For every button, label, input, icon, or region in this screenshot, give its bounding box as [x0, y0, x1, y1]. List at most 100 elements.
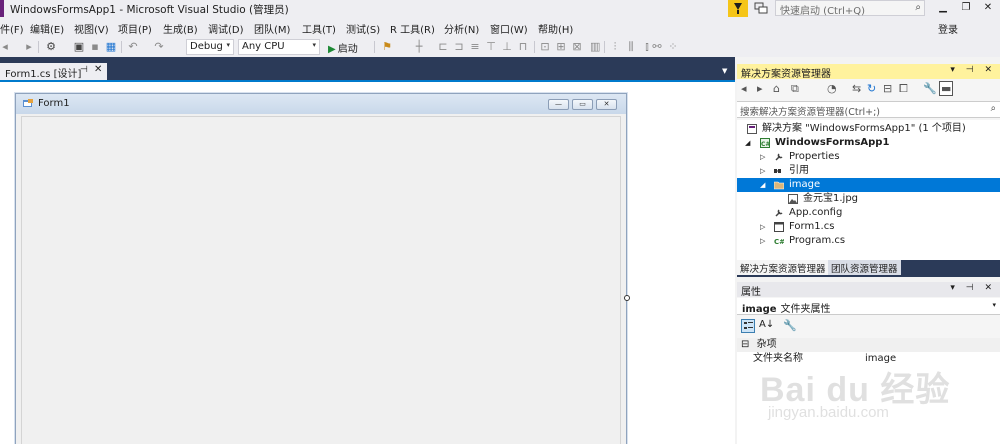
pending-changes-icon[interactable]: ◔ [827, 82, 837, 95]
undo-icon[interactable]: ↶ [126, 40, 140, 54]
align-grid-icon[interactable]: ┼ [414, 40, 424, 54]
switch-views-icon[interactable]: ⧉ [791, 82, 799, 96]
feedback-icon[interactable] [754, 1, 768, 15]
tree-item-properties[interactable]: ▷ Properties [737, 150, 1000, 164]
document-list-dropdown-icon[interactable]: ▼ [722, 67, 727, 75]
same-height-icon[interactable]: ⊞ [556, 40, 566, 54]
properties-wrench-icon[interactable]: 🔧 [923, 82, 937, 95]
align-center-icon[interactable]: ⊐ [454, 40, 464, 54]
save-all-icon[interactable]: ▦ [104, 40, 118, 54]
tree-item-image-folder[interactable]: ◢ image [737, 178, 1000, 192]
menu-test[interactable]: 测试(S) [346, 21, 380, 36]
tree-item-program[interactable]: ▷ C# Program.cs [737, 234, 1000, 248]
expanded-arrow-icon[interactable]: ◢ [760, 178, 765, 192]
same-size-icon[interactable]: ⊠ [572, 40, 582, 54]
search-icon: ⌕ [990, 103, 996, 114]
collapsed-arrow-icon[interactable]: ▷ [760, 164, 765, 178]
sync-icon[interactable]: ⇆ [852, 82, 861, 95]
same-width-icon[interactable]: ⊡ [540, 40, 550, 54]
collapse-icon[interactable]: ⊟ [741, 339, 749, 350]
property-category[interactable]: ⊟ 杂项 [737, 338, 1000, 352]
new-project-icon[interactable]: ⚙ [44, 40, 58, 54]
close-button[interactable]: ✕ [977, 0, 999, 17]
tree-item-solution[interactable]: 解决方案 "WindowsFormsApp1" (1 个项目) [737, 122, 1000, 136]
solution-explorer-toolbar: ◂ ▸ ⌂ ⧉ ◔ ⇆ ↻ ⊟ ⧠ 🔧 ▬ [737, 79, 1000, 101]
image-file-icon [788, 194, 798, 204]
tree-item-references[interactable]: ▷ 引用 [737, 164, 1000, 178]
tab-team-explorer[interactable]: 团队资源管理器 [828, 260, 901, 275]
open-file-icon[interactable]: ▣ [72, 40, 86, 54]
platform-value: Any CPU [242, 41, 285, 52]
toolbar-options-icon[interactable]: ⁘ [668, 40, 678, 54]
tree-item-label: Program.cs [789, 235, 846, 246]
back-icon[interactable]: ◂ [0, 40, 10, 54]
refresh-icon[interactable]: ↻ [867, 82, 876, 95]
size-to-grid-icon[interactable]: ▥ [590, 40, 600, 54]
tab-form1-design[interactable]: Form1.cs [设计] ⊣ ✕ [0, 63, 107, 80]
horizontal-spacing-icon[interactable]: ⫶ [610, 40, 620, 54]
save-icon[interactable]: ▪ [88, 40, 102, 54]
forward-icon[interactable]: ▸ [757, 82, 763, 95]
menu-view[interactable]: 视图(V) [74, 21, 109, 36]
login-link[interactable]: 登录 [938, 21, 958, 36]
close-icon[interactable]: ✕ [94, 64, 102, 75]
minimize-button[interactable]: ▁ [932, 0, 954, 17]
align-left-icon[interactable]: ⊏ [438, 40, 448, 54]
decrease-spacing-icon[interactable]: ⫾ [642, 40, 652, 54]
start-button[interactable]: ▶ 启动 [328, 40, 358, 55]
menu-debug[interactable]: 调试(D) [208, 21, 244, 36]
collapsed-arrow-icon[interactable]: ▷ [760, 220, 765, 234]
solution-search-input[interactable]: 搜索解决方案资源管理器(Ctrl+;) ⌕ [737, 101, 1000, 118]
properties-object-select[interactable]: image 文件夹属性 ▾ [737, 298, 1000, 315]
menu-help[interactable]: 帮助(H) [538, 21, 573, 36]
form-maximize-icon: ▭ [572, 99, 593, 110]
collapsed-arrow-icon[interactable]: ▷ [760, 234, 765, 248]
align-middle-icon[interactable]: ⊥ [502, 40, 512, 54]
form-designer-surface[interactable]: Form1 — ▭ ✕ [0, 80, 735, 444]
increase-spacing-icon[interactable]: ⫼ [626, 40, 636, 54]
align-bottom-icon[interactable]: ⊓ [518, 40, 528, 54]
categorized-icon[interactable] [741, 319, 755, 333]
menu-r-tools[interactable]: R 工具(R) [390, 21, 435, 36]
show-all-files-icon[interactable]: ⧠ [899, 82, 908, 96]
menu-analyze[interactable]: 分析(N) [444, 21, 479, 36]
back-icon[interactable]: ◂ [741, 82, 747, 95]
menu-file[interactable]: 件(F) [0, 21, 24, 36]
pin-icon[interactable]: ⊣ [80, 65, 88, 75]
solution-platforms-select[interactable]: Any CPU ▾ [238, 39, 320, 55]
menu-build[interactable]: 生成(B) [163, 21, 198, 36]
tree-item-form1[interactable]: ▷ Form1.cs [737, 220, 1000, 234]
panel-window-controls-icon[interactable]: ▾ ⊣ ✕ [950, 65, 996, 75]
tree-item-project[interactable]: ◢ C# WindowsFormsApp1 [737, 136, 1000, 150]
menu-window[interactable]: 窗口(W) [490, 21, 528, 36]
restore-button[interactable]: ❐ [955, 0, 977, 17]
notification-button[interactable] [728, 0, 748, 17]
find-icon[interactable]: ⚑ [380, 40, 394, 54]
redo-icon[interactable]: ↷ [152, 40, 166, 54]
property-pages-wrench-icon[interactable]: 🔧 [783, 319, 797, 332]
menu-project[interactable]: 项目(P) [118, 21, 152, 36]
form1-preview[interactable]: Form1 — ▭ ✕ [15, 93, 627, 444]
panel-window-controls-icon[interactable]: ▾ ⊣ ✕ [950, 283, 996, 293]
tree-item-app-config[interactable]: App.config [737, 206, 1000, 220]
resize-handle[interactable] [624, 295, 630, 301]
home-icon[interactable]: ⌂ [773, 82, 780, 95]
tree-item-image-file[interactable]: 金元宝1.jpg [737, 192, 1000, 206]
menu-tools[interactable]: 工具(T) [302, 21, 336, 36]
tab-solution-explorer[interactable]: 解决方案资源管理器 [737, 260, 829, 275]
expanded-arrow-icon[interactable]: ◢ [745, 136, 750, 150]
forward-icon[interactable]: ▸ [24, 40, 34, 54]
quick-launch-input[interactable]: 快速启动 (Ctrl+Q) ⌕ [775, 0, 925, 17]
preview-selected-icon[interactable]: ▬ [939, 81, 954, 96]
solution-explorer-panel: 解决方案资源管理器 ▾ ⊣ ✕ ◂ ▸ ⌂ ⧉ ◔ ⇆ ↻ ⊟ ⧠ 🔧 ▬ 搜索… [737, 64, 1000, 277]
tab-order-icon[interactable]: ⚯ [652, 40, 662, 54]
alphabetical-icon[interactable]: A↓ [759, 319, 774, 330]
collapse-all-icon[interactable]: ⊟ [883, 82, 892, 95]
collapsed-arrow-icon[interactable]: ▷ [760, 150, 765, 164]
menu-edit[interactable]: 编辑(E) [30, 21, 64, 36]
align-right-icon[interactable]: ≡ [470, 40, 480, 54]
form-client-area[interactable] [21, 116, 621, 444]
align-top-icon[interactable]: ⊤ [486, 40, 496, 54]
menu-team[interactable]: 团队(M) [254, 21, 290, 36]
solution-configurations-select[interactable]: Debug ▾ [186, 39, 234, 55]
